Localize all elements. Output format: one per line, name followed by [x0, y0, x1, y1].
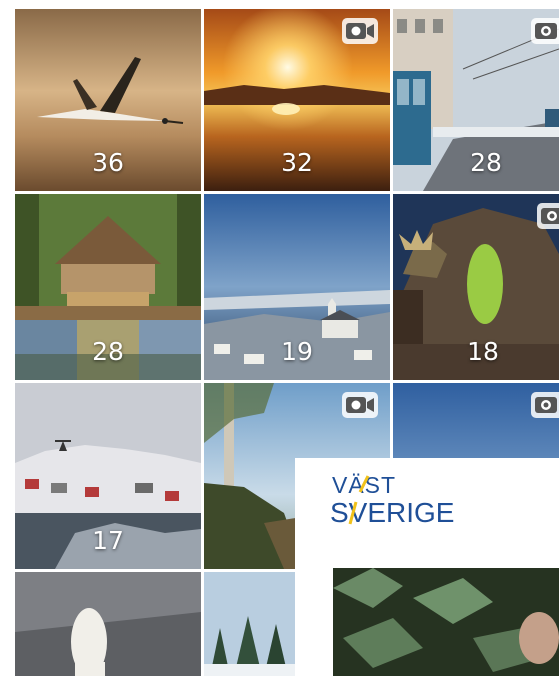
- video-icon: [346, 397, 374, 413]
- vastsverige-overlay-card[interactable]: VÄST SVERIGE: [295, 458, 559, 676]
- photo-tile-island[interactable]: 17: [15, 383, 201, 569]
- video-icon: [346, 23, 374, 39]
- camera-badge: [531, 392, 559, 418]
- photo-count: 36: [92, 148, 124, 177]
- overlay-image: [333, 568, 559, 676]
- photo-tile-crane[interactable]: 36: [15, 9, 201, 191]
- video-badge: [342, 392, 378, 418]
- photo-count: 32: [281, 148, 313, 177]
- camera-icon: [541, 208, 559, 224]
- photo-count: 18: [467, 337, 499, 366]
- camera-badge: [537, 203, 559, 229]
- camera-badge: [531, 18, 559, 44]
- snowy-trees-photo: [204, 572, 295, 676]
- photo-tile-tent[interactable]: 28: [15, 194, 201, 380]
- logo-swoosh: [348, 475, 370, 525]
- photo-count: 19: [281, 337, 313, 366]
- photo-count: 28: [470, 148, 502, 177]
- photo-count: 17: [92, 526, 124, 555]
- photo-tile-trees[interactable]: [204, 572, 295, 676]
- photo-count: 28: [92, 337, 124, 366]
- statue-photo: [15, 572, 201, 676]
- leaf-pattern-photo: [333, 568, 559, 676]
- photo-tile-sunset[interactable]: 32: [204, 9, 390, 191]
- photo-tile-moose[interactable]: 18: [393, 194, 559, 380]
- camera-icon: [535, 23, 557, 39]
- photo-tile-statue[interactable]: [15, 572, 201, 676]
- camera-icon: [535, 397, 557, 413]
- photo-tile-archipelago[interactable]: 19: [204, 194, 390, 380]
- video-badge: [342, 18, 378, 44]
- vastsverige-logo: VÄST SVERIGE: [330, 472, 480, 532]
- photo-tile-tram[interactable]: 28: [393, 9, 559, 191]
